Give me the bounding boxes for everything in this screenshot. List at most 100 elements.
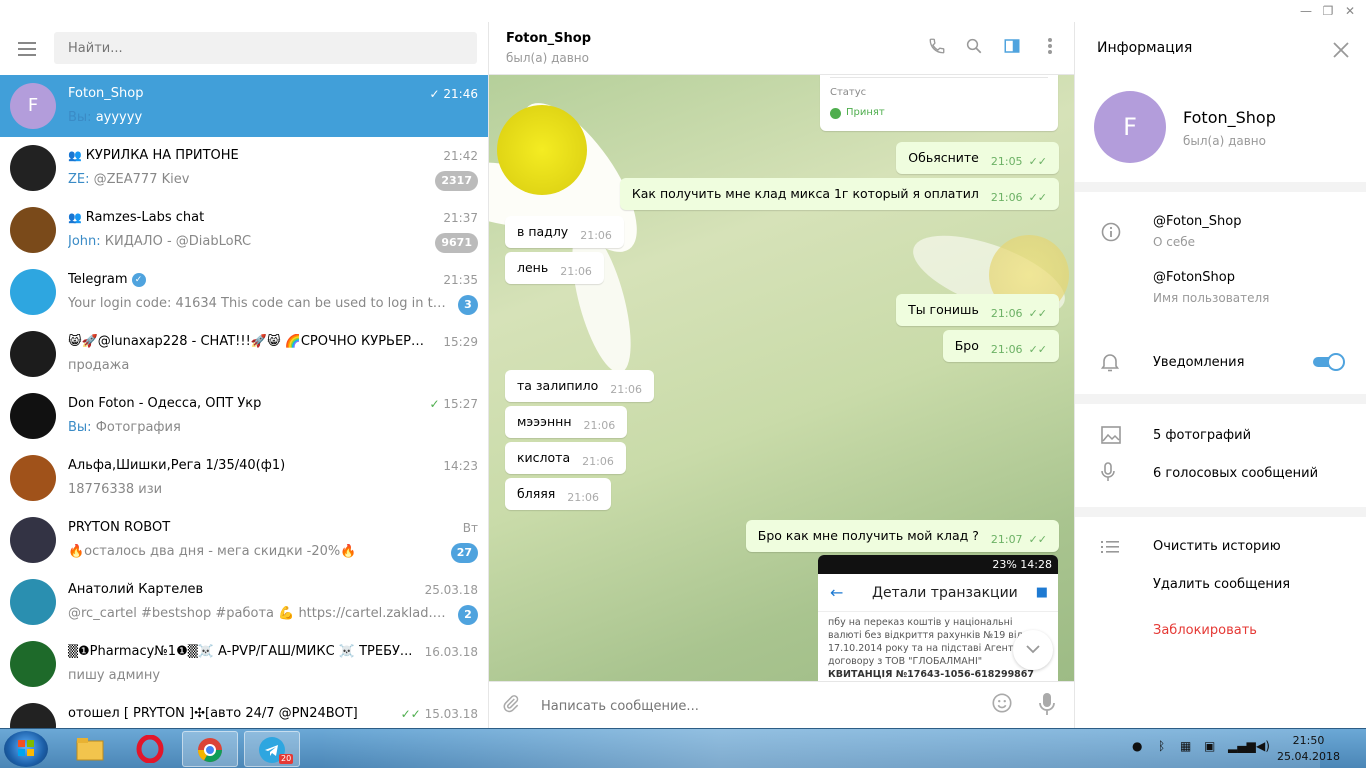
search-input[interactable] (54, 32, 477, 64)
info-panel: Информация F Foton_Shop был(а) давно @Fo… (1074, 22, 1366, 728)
info-panel-toggle-icon[interactable] (1001, 37, 1023, 59)
message-text: Бро как мне получить мой клад ? (757, 528, 979, 543)
dialog-item[interactable]: отошел [ PRYTON ]✣[авто 24/7 @PN24BOT] ✓✓… (0, 695, 488, 728)
outgoing-message[interactable]: Бро 21:06 ✓✓ (942, 330, 1059, 362)
notifications-label: Уведомления (1153, 355, 1245, 370)
telegram-unread-badge: 20 (279, 754, 294, 764)
dialog-time: 21:42 (443, 149, 478, 163)
dialog-name: Telegram ✓ (68, 272, 428, 287)
read-checks-icon: ✓✓ (1028, 533, 1047, 546)
close-info-icon[interactable] (1333, 34, 1349, 64)
chrome-taskbar-icon[interactable] (182, 731, 238, 767)
hamburger-menu-icon[interactable] (18, 42, 36, 56)
dialog-item[interactable]: Альфа,Шишки,Рега 1/35/40(ф1) 14:23 1877633… (0, 447, 488, 509)
phone-icon[interactable] (926, 37, 948, 59)
message-time: 21:06 (583, 419, 616, 432)
username-value[interactable]: @FotonShop (1153, 270, 1235, 285)
message-input[interactable] (541, 694, 961, 718)
dialog-name: 👥 КУРИЛКА НА ПРИТОНЕ (68, 148, 239, 163)
tray-app-icon[interactable]: ▦ (1180, 739, 1191, 753)
read-checks-icon: ✓✓ (1028, 343, 1047, 356)
list-icon (1101, 539, 1119, 558)
dialog-item[interactable]: Don Foton - Одесса, ОПТ Укр ✓ 15:27 Вы: Фо… (0, 385, 488, 447)
chat-title[interactable]: Foton_Shop (506, 31, 591, 46)
more-options-icon[interactable] (1039, 37, 1061, 59)
dialog-name: Альфа,Шишки,Рега 1/35/40(ф1) (68, 458, 286, 473)
restore-button[interactable]: ❐ (1318, 2, 1338, 20)
transaction-line: КВИТАНЦІЯ №17643-1056-618299867 (828, 669, 1035, 680)
dialog-item[interactable]: Telegram ✓ 21:35 Your login code: 41634 Thi… (0, 261, 488, 323)
dialog-item[interactable]: ▒❶Pharmacy№1❶▒☠️ A-PVP/ГАШ/МИКС ☠️ ТРЕБУ… (0, 633, 488, 695)
dialog-item[interactable]: F Foton_Shop ✓ 21:46 Вы: ayyyyy (0, 75, 488, 137)
outgoing-message[interactable]: Как получить мне клад микса 1г который я… (619, 178, 1059, 210)
incoming-message[interactable]: в падлу 21:06 (505, 216, 624, 248)
dialog-time: 15:29 (443, 335, 478, 349)
dialog-avatar (10, 393, 56, 439)
transaction-line: пбу на переказ коштів у національні (828, 617, 1013, 628)
dialog-name: Foton_Shop (68, 86, 144, 101)
transaction-title: ← Детали транзакции ■ (818, 574, 1058, 612)
opera-taskbar-icon[interactable] (122, 731, 178, 767)
tray-app-icon[interactable]: ● (1132, 739, 1142, 753)
dialog-item[interactable]: 👥 Ramzes-Labs chat 21:37 John: КИДАЛО - @Di… (0, 199, 488, 261)
scroll-down-button[interactable] (1013, 630, 1053, 670)
dialog-name: Don Foton - Одесса, ОПТ Укр (68, 396, 262, 411)
search-icon[interactable] (963, 37, 985, 59)
start-button[interactable] (4, 731, 48, 767)
dialog-item[interactable]: PRYTON ROBOT Вт 🔥осталось два дня - мега с… (0, 509, 488, 571)
taskbar-clock[interactable]: 21:50 25.04.2018 (1277, 733, 1340, 765)
attach-icon[interactable] (501, 693, 521, 720)
delete-messages-button[interactable]: Удалить сообщения (1153, 577, 1290, 592)
outgoing-message[interactable]: Ты гонишь 21:06 ✓✓ (896, 294, 1059, 326)
dialog-avatar (10, 641, 56, 687)
outgoing-message[interactable]: Обьясните 21:05 ✓✓ (896, 142, 1059, 174)
incoming-message[interactable]: мэээннн 21:06 (505, 406, 628, 438)
read-check-icon: ✓ (429, 87, 440, 101)
dialog-avatar (10, 579, 56, 625)
safely-remove-icon[interactable]: ▣ (1204, 739, 1215, 753)
volume-icon[interactable]: ◀) (1256, 739, 1270, 753)
telegram-taskbar-icon[interactable]: 20 (244, 731, 300, 767)
dialog-item[interactable]: 😸🚀@lunaxap228 - CHAT!!!🚀😸 🌈СРОЧНО КУРЬЕР… (0, 323, 488, 385)
minimize-button[interactable]: — (1296, 2, 1316, 20)
voice-messages-link[interactable]: 6 голосовых сообщений (1153, 466, 1318, 481)
photo-icon (1101, 426, 1121, 448)
message-time: 21:07 (990, 533, 1023, 546)
block-user-button[interactable]: Заблокировать (1153, 623, 1257, 638)
dialog-item[interactable]: 👥 КУРИЛКА НА ПРИТОНЕ 21:42 ZE: @ZEA777 Kiev… (0, 137, 488, 199)
read-checks-icon: ✓✓ (1028, 307, 1047, 320)
dialog-avatar (10, 331, 56, 377)
microphone-icon[interactable] (1039, 692, 1055, 721)
notifications-toggle[interactable] (1313, 353, 1345, 371)
window-titlebar: — ❐ ✕ (0, 0, 1366, 22)
dialog-item[interactable]: Анатолий Картелев 25.03.18 @rc_cartel #bes… (0, 571, 488, 633)
incoming-message[interactable]: лень 21:06 (505, 252, 604, 284)
photos-link[interactable]: 5 фотографий (1153, 428, 1251, 443)
media-section: 5 фотографий 6 голосовых сообщений (1075, 404, 1366, 507)
windows-taskbar: 20 ● ᛒ ▦ ▣ ▂▄▆ ◀) 21:50 25.04.2018 (0, 728, 1366, 768)
dialog-preview: пишу админу (68, 668, 161, 683)
message-text: Как получить мне клад микса 1г который я… (631, 186, 979, 201)
close-window-button[interactable]: ✕ (1340, 2, 1360, 20)
network-icon[interactable]: ▂▄▆ (1228, 739, 1256, 753)
incoming-message[interactable]: кислота 21:06 (505, 442, 626, 474)
explorer-taskbar-icon[interactable] (62, 731, 118, 767)
incoming-message[interactable]: бляяя 21:06 (505, 478, 611, 510)
bluetooth-icon[interactable]: ᛒ (1158, 739, 1165, 753)
message-text: Ты гонишь (908, 302, 979, 317)
dialog-avatar (10, 455, 56, 501)
unread-badge: 27 (450, 543, 478, 563)
dialog-preview: 18776338 изи (68, 482, 163, 497)
dialog-time: 14:23 (443, 459, 478, 473)
clear-history-button[interactable]: Очистить историю (1153, 539, 1281, 554)
outgoing-message[interactable]: Бро как мне получить мой клад ? 21:07 ✓✓ (745, 520, 1059, 552)
payment-status-card: Статус Принят (820, 75, 1058, 131)
emoji-icon[interactable] (991, 692, 1013, 719)
unread-badge: 9671 (435, 233, 478, 253)
about-value[interactable]: @Foton_Shop (1153, 214, 1241, 229)
dialog-preview: Вы: Фотография (68, 420, 181, 435)
message-text: Обьясните (908, 150, 979, 165)
read-checks-icon: ✓✓ (1028, 191, 1047, 204)
incoming-message[interactable]: та залипило 21:06 (505, 370, 654, 402)
profile-avatar[interactable]: F (1094, 91, 1166, 163)
